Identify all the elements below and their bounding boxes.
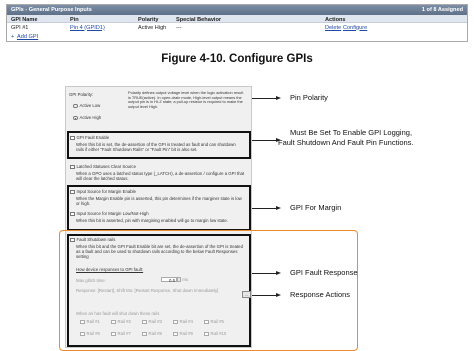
- margin-enable-label: Input Source for Margin Enable: [76, 189, 136, 194]
- latched-clear-label: Latched Statuses Clear Source: [76, 164, 136, 169]
- margin-low-high-checkbox[interactable]: [70, 211, 75, 217]
- latched-clear-checkbox[interactable]: [70, 164, 75, 170]
- delete-link[interactable]: Delete: [325, 25, 341, 31]
- gpi-pin-link[interactable]: Pin 4 (GPID1): [70, 25, 105, 31]
- arrow-fault-enable: [252, 140, 278, 141]
- margin-enable-checkbox[interactable]: [70, 189, 75, 195]
- arrow-head-margin: [276, 205, 281, 210]
- arrow-response-actions: [252, 295, 278, 296]
- gpi-fault-description: When this bit is set, the de-assertion o…: [76, 142, 236, 153]
- configure-gpi-panel: GPI Polarity: Polarity defines output vo…: [59, 86, 358, 351]
- active-high-radio[interactable]: [73, 115, 78, 121]
- gpis-table-title: GPIs - General Purpose Inputs: [11, 7, 92, 13]
- add-icon[interactable]: +: [11, 34, 14, 40]
- gpi-polarity-label: GPI Polarity:: [69, 92, 94, 97]
- gpi-special-cell: ---: [176, 24, 182, 31]
- note-gpi-fault-response: GPI Fault Response: [290, 268, 358, 277]
- gpi-name-cell: GPI #1: [11, 24, 29, 31]
- margin-low-high-option[interactable]: Input Source for Margin Low/Not-High: [70, 211, 149, 217]
- latched-description: When a GPO uses a latched status type (_…: [76, 171, 245, 182]
- note-must-be-set-1: Must Be Set To Enable GPI Logging,: [290, 128, 413, 137]
- note-must-be-set-2: Fault Shutdown And Fault Pin Functions.: [278, 138, 414, 147]
- active-high-label: Active High: [79, 115, 102, 120]
- gpis-table-header: GPIs - General Purpose Inputs 1 of 8 Ass…: [7, 5, 467, 15]
- polarity-description: Polarity defines output voltage level wh…: [128, 90, 244, 109]
- active-low-radio[interactable]: [73, 103, 78, 109]
- arrow-fault-response: [252, 273, 278, 274]
- note-gpi-for-margin: GPI For Margin: [290, 203, 342, 212]
- active-low-label: Active Low: [79, 103, 101, 108]
- figure-caption: Figure 4-10. Configure GPIs: [161, 53, 313, 65]
- active-high-option[interactable]: Active High: [73, 115, 102, 121]
- gpis-table-footer: + Add GPI: [7, 33, 467, 42]
- margin-enable-description: When the Margin Enable pin is asserted, …: [76, 196, 242, 207]
- col-polarity[interactable]: Polarity: [138, 17, 159, 23]
- col-gpi-name[interactable]: GPI Name: [11, 17, 37, 23]
- gpi-fault-enable-label: GPI Fault Enable: [76, 135, 110, 140]
- margin-enable-option[interactable]: Input Source for Margin Enable: [70, 189, 136, 195]
- add-gpi-link[interactable]: Add GPI: [17, 34, 38, 40]
- note-response-actions: Response Actions: [290, 290, 351, 299]
- arrow-pin-polarity: [252, 98, 278, 99]
- arrow-head-pin-polarity: [276, 95, 281, 100]
- table-row: GPI #1 Pin 4 (GPID1) Active High --- Del…: [7, 23, 467, 33]
- gpis-table-columns: GPI Name Pin Polarity Special Behavior A…: [7, 15, 467, 23]
- arrow-margin: [252, 208, 278, 209]
- arrow-head-response-actions: [276, 292, 281, 297]
- configure-link[interactable]: Configure: [343, 25, 367, 31]
- latched-clear-option[interactable]: Latched Statuses Clear Source: [70, 164, 136, 170]
- gpi-polarity-cell: Active High: [138, 24, 167, 31]
- gpis-table: GPIs - General Purpose Inputs 1 of 8 Ass…: [6, 4, 468, 42]
- col-pin[interactable]: Pin: [70, 17, 79, 23]
- col-special-behavior[interactable]: Special Behavior: [176, 17, 221, 23]
- margin-low-high-description: When this bit is asserted, pin with marg…: [76, 218, 228, 223]
- col-actions: Actions: [325, 16, 346, 23]
- active-low-option[interactable]: Active Low: [73, 103, 101, 109]
- gpi-fault-enable-option[interactable]: GPI Fault Enable: [70, 135, 110, 141]
- arrow-head-fault-response: [276, 270, 281, 275]
- margin-low-high-label: Input Source for Margin Low/Not-High: [76, 211, 149, 216]
- note-pin-polarity: Pin Polarity: [290, 93, 328, 102]
- gpis-assigned-count: 1 of 8 Assigned: [421, 7, 463, 13]
- gpi-fault-enable-checkbox[interactable]: [70, 135, 75, 141]
